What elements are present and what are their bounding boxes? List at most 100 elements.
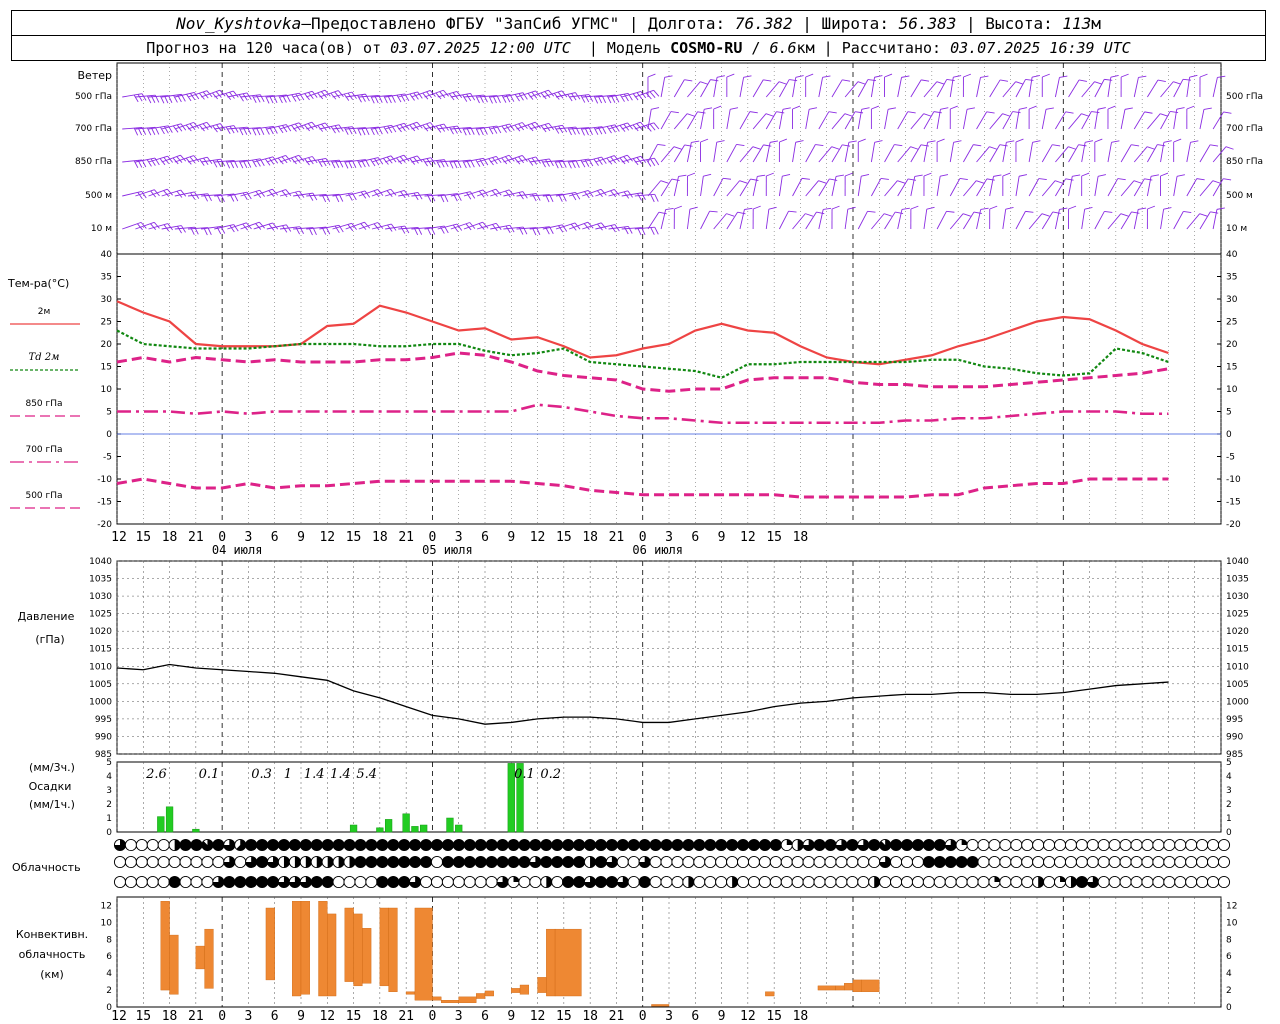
wind-barb: [1002, 140, 1015, 163]
wind-barb-feather: [752, 146, 761, 150]
cloud-circle: [736, 855, 750, 869]
cloud-fill-full: [529, 839, 541, 851]
cloud-circle: [769, 855, 782, 869]
wind-barb-feather: [946, 79, 955, 81]
cloud-circle: [1021, 875, 1034, 889]
wind-barb-feather: [887, 107, 897, 110]
wind-barb-feather: [1117, 178, 1126, 181]
cloud-cover-symbol: [573, 875, 586, 889]
wind-barb-feather: [189, 156, 196, 164]
cloud-fill-full: [376, 839, 388, 851]
precip-unit-3h: (мм/3ч.): [29, 761, 75, 774]
cloud-circle: [124, 855, 137, 869]
wind-barb: [700, 173, 712, 197]
cloud-cover-symbol: [485, 855, 498, 869]
convective-bar: [458, 996, 477, 1003]
convective-bar: [651, 1004, 670, 1007]
wind-barb-feather: [749, 111, 758, 114]
cloud-circle: [146, 838, 159, 852]
cloud-cover-symbol: [605, 875, 618, 889]
wind-barb-feather: [1223, 178, 1232, 181]
wind-barb: [700, 210, 718, 230]
cloud-fill-part: [1060, 876, 1066, 882]
cloud-circle: [1207, 838, 1220, 852]
cloud-circle: [1021, 838, 1034, 852]
wind-barb: [647, 107, 660, 130]
cloud-cover-symbol: [310, 875, 323, 889]
cloud-cover-symbol: [999, 875, 1012, 889]
cloud-cover-symbol: [1064, 855, 1078, 869]
wind-barb-shaft: [687, 81, 701, 98]
wind-barb-feather: [1078, 79, 1087, 82]
wind-barb-feather: [1084, 207, 1093, 210]
wind-barb-feather: [647, 73, 656, 78]
temp-tick-left: 40: [101, 250, 113, 260]
wind-barb-shaft: [673, 79, 685, 98]
wind-barb-feather: [1120, 73, 1129, 78]
wind-barb-feather: [141, 93, 147, 101]
cloud-circle: [813, 855, 826, 869]
cloud-fill-full: [639, 876, 651, 888]
wind-barb-feather: [1042, 73, 1050, 78]
cloud-cover-symbol: [365, 875, 378, 889]
wind-barb-feather: [673, 146, 682, 150]
wind-barb: [792, 140, 804, 163]
wind-barb-feather: [413, 192, 419, 201]
cloud-circle: [1174, 855, 1187, 869]
wind-barb-feather: [1005, 206, 1014, 210]
temp-tick-right: 40: [1226, 250, 1238, 260]
cloud-cover-symbol: [922, 875, 935, 889]
cloud-circle: [1086, 838, 1099, 852]
wind-barb-feather: [561, 90, 568, 98]
cloud-cover-symbol: [507, 838, 520, 852]
cloud-circle: [201, 875, 214, 889]
cloud-circle: [835, 855, 848, 869]
date-label: 04 июля: [212, 543, 263, 557]
wind-barb: [1094, 138, 1103, 163]
wind-barb-feather: [202, 123, 209, 130]
cloud-cover-symbol: [824, 875, 837, 889]
cloud-circle: [518, 875, 531, 889]
cloud-cover-symbol: [900, 875, 914, 889]
cloud-cover-symbol: [135, 875, 148, 889]
wind-barb-feather: [417, 192, 423, 200]
cloud-circle: [1097, 875, 1110, 889]
cloud-fill-part: [327, 856, 334, 868]
cloud-circle: [868, 855, 881, 869]
cloud-cover-symbol: [671, 838, 684, 852]
pressure-tick-right: 1005: [1226, 680, 1249, 690]
cloud-cover-symbol: [113, 875, 127, 889]
wind-barb: [713, 105, 722, 130]
precip-tick-left: 4: [106, 772, 112, 782]
wind-barb-feather: [1104, 78, 1113, 81]
cloud-fill-full: [770, 839, 782, 851]
wind-barb-feather: [861, 174, 870, 177]
cloud-circle: [1043, 875, 1056, 889]
wind-barb-feather: [700, 138, 709, 143]
wind-barb-shaft: [1147, 113, 1161, 130]
precip-tick-right: 3: [1226, 786, 1232, 796]
wind-barb-feather: [1012, 111, 1021, 114]
wind-barb: [1094, 174, 1106, 197]
wind-barb: [936, 138, 945, 163]
cloud-cover-symbol: [573, 838, 586, 852]
wind-barb: [555, 159, 580, 169]
cloud-fill-full: [573, 856, 585, 868]
cloud-cover-symbol: [376, 855, 389, 869]
cloud-cover-symbol: [813, 855, 826, 869]
wind-barb-feather: [1131, 211, 1140, 214]
cloud-cover-symbol: [846, 838, 859, 852]
wind-barb: [673, 205, 682, 230]
conv-axis-unit: (км): [40, 968, 64, 981]
cloud-circle: [1032, 838, 1045, 852]
wind-barb-feather: [1025, 78, 1034, 81]
cloud-fill-full: [813, 839, 826, 851]
cloud-fill-full: [387, 856, 399, 868]
cloud-cover-symbol: [988, 875, 1001, 889]
wind-barb-feather: [137, 94, 143, 102]
cloud-fill-full: [595, 839, 607, 851]
cloud-cover-symbol: [835, 855, 848, 869]
wind-barb: [936, 174, 949, 197]
precip-sum-label: 0.2: [540, 767, 561, 782]
temp-tick-right: -5: [1226, 453, 1235, 463]
